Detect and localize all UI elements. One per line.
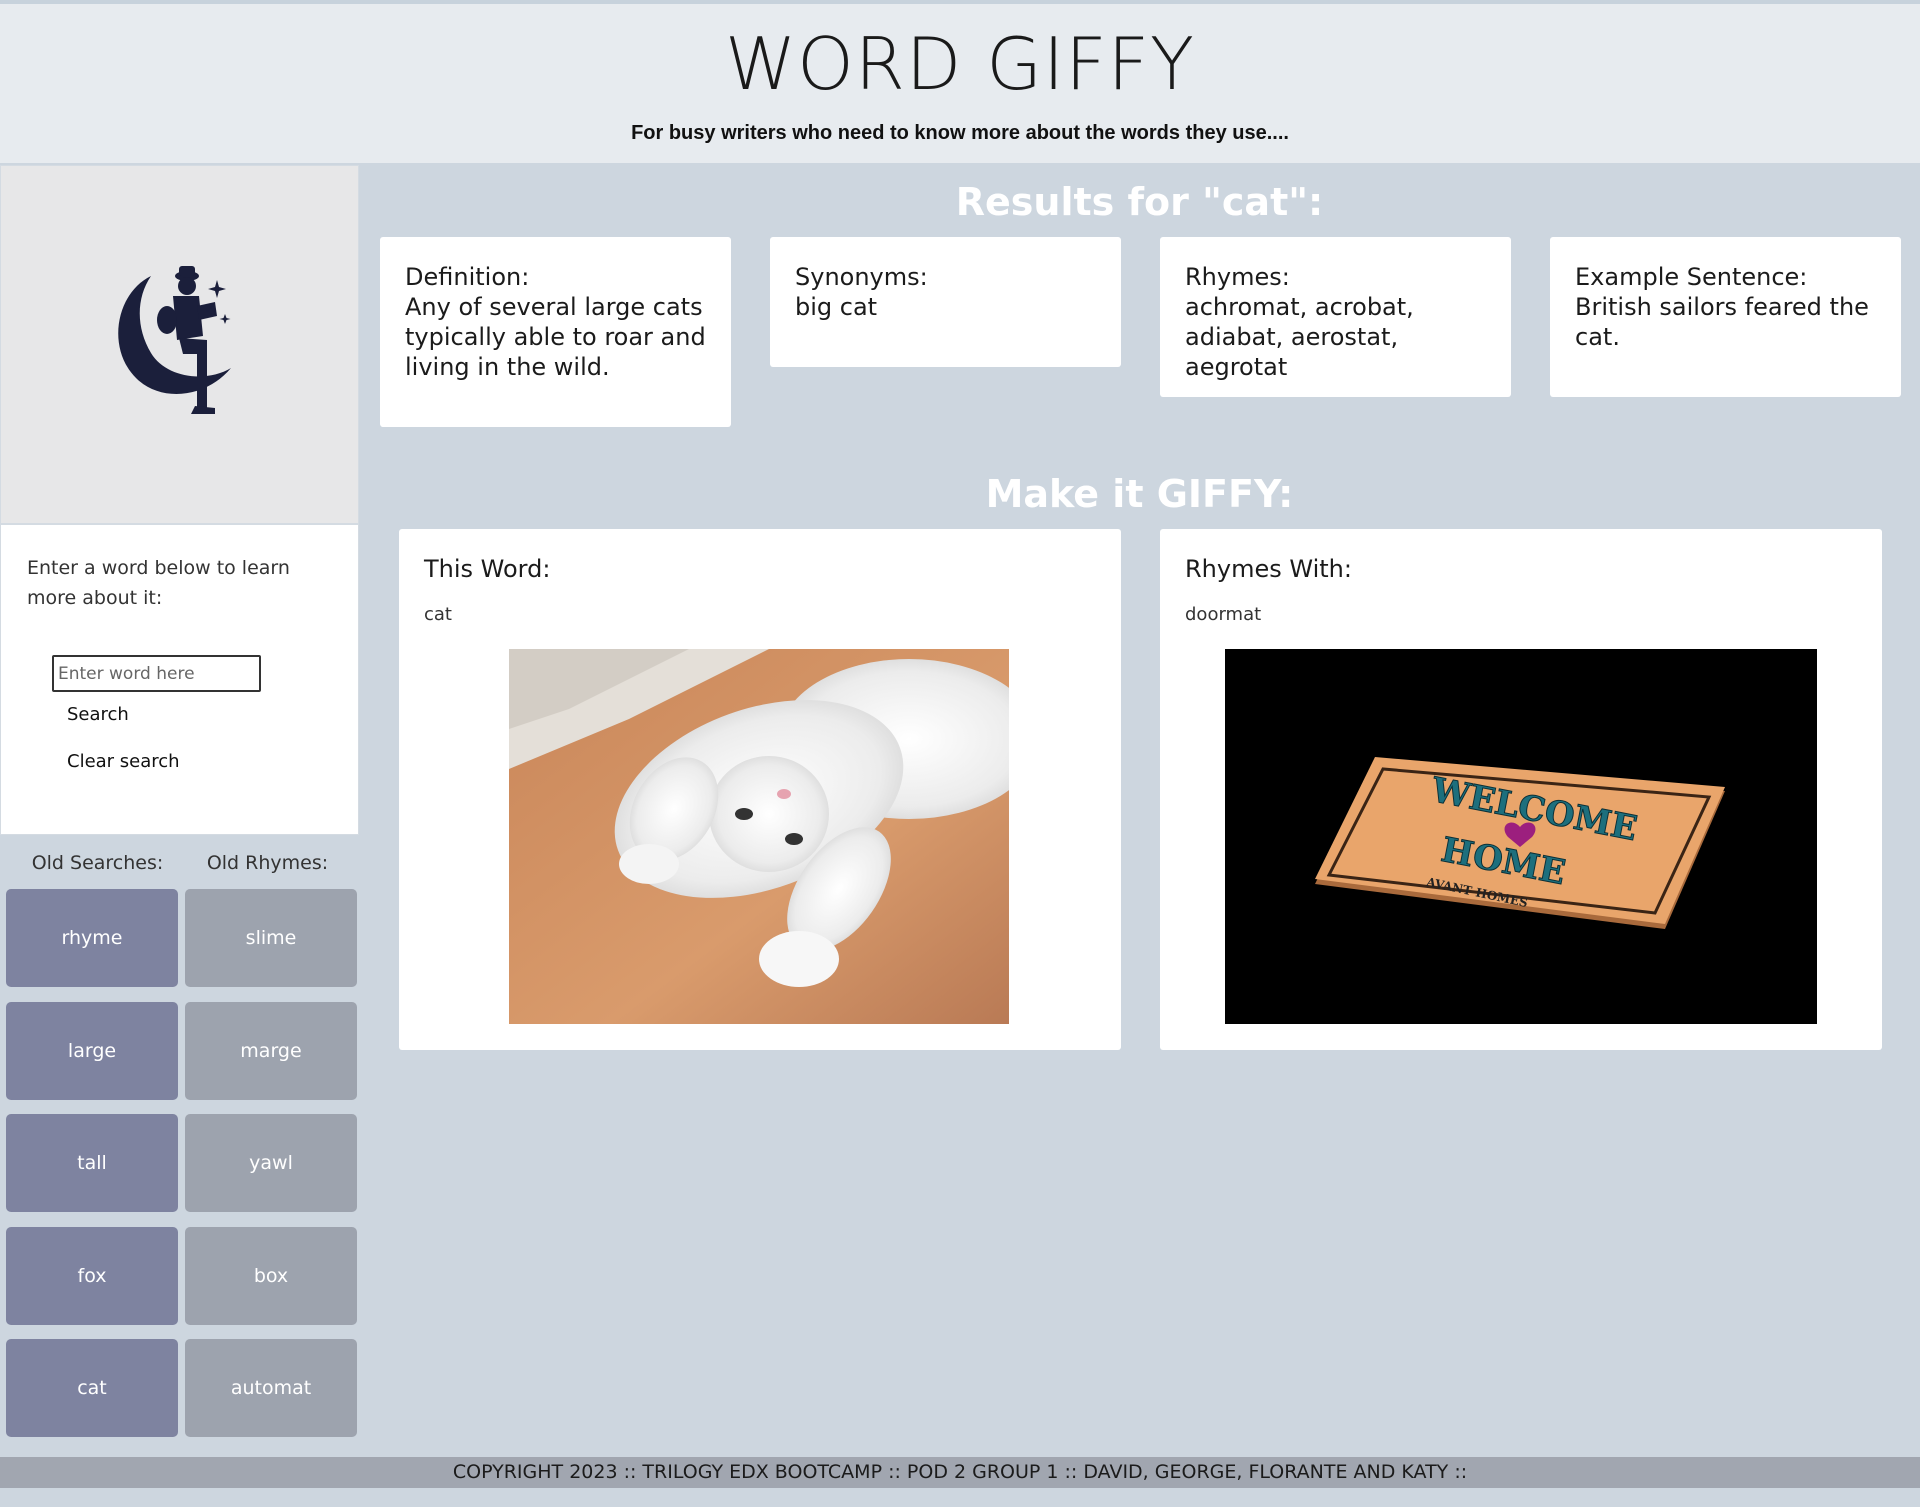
synonyms-label: Synonyms:	[795, 263, 928, 291]
example-text: British sailors feared the cat.	[1575, 293, 1869, 351]
rhymes-card: Rhymes: achromat, acrobat, adiabat, aero…	[1160, 237, 1511, 397]
rhymes-label: Rhymes:	[1185, 263, 1290, 291]
search-input[interactable]	[52, 655, 261, 692]
search-panel: Enter a word below to learn more about i…	[0, 524, 359, 835]
footer: COPYRIGHT 2023 :: TRILOGY EDX BOOTCAMP :…	[0, 1457, 1920, 1488]
moon-reader-icon	[118, 266, 231, 414]
rhymes-with-value: doormat	[1185, 604, 1262, 625]
old-search-button[interactable]: large	[6, 1002, 178, 1100]
old-search-button[interactable]: rhyme	[6, 889, 178, 987]
definition-label: Definition:	[405, 263, 530, 291]
old-search-button[interactable]: fox	[6, 1227, 178, 1325]
this-word-card: This Word: cat	[399, 529, 1121, 1050]
synonyms-card: Synonyms: big cat	[770, 237, 1121, 367]
doormat-gif: WELCOME HOME AVANT HOMES	[1225, 649, 1817, 1024]
old-rhyme-button[interactable]: automat	[185, 1339, 357, 1437]
logo-panel	[0, 165, 359, 524]
definition-text: Any of several large cats typically able…	[405, 293, 706, 381]
old-rhyme-button[interactable]: box	[185, 1227, 357, 1325]
results-title: Results for "cat":	[955, 180, 1324, 224]
definition-card: Definition: Any of several large cats ty…	[380, 237, 731, 427]
old-searches-heading: Old Searches:	[31, 852, 164, 874]
rhymes-with-card: Rhymes With: doormat WELCOME HOME AVANT …	[1160, 529, 1882, 1050]
page-title: WORD GIFFY	[724, 22, 1196, 106]
tagline: For busy writers who need to know more a…	[631, 122, 1289, 144]
synonyms-text: big cat	[795, 293, 878, 321]
clear-search-button[interactable]: Clear search	[67, 751, 180, 772]
old-rhyme-button[interactable]: yawl	[185, 1114, 357, 1212]
old-search-button[interactable]: cat	[6, 1339, 178, 1437]
example-label: Example Sentence:	[1575, 263, 1808, 291]
this-word-value: cat	[424, 604, 452, 625]
search-prompt: Enter a word below to learn more about i…	[27, 557, 290, 609]
old-search-button[interactable]: tall	[6, 1114, 178, 1212]
this-word-label: This Word:	[424, 555, 551, 583]
example-card: Example Sentence: British sailors feared…	[1550, 237, 1901, 397]
kitten-gif	[509, 649, 1009, 1024]
page-header: WORD GIFFY For busy writers who need to …	[0, 0, 1920, 163]
search-button[interactable]: Search	[67, 704, 129, 725]
old-rhyme-button[interactable]: slime	[185, 889, 357, 987]
rhymes-text: achromat, acrobat, adiabat, aerostat, ae…	[1185, 293, 1414, 381]
old-rhymes-heading: Old Rhymes:	[206, 852, 329, 874]
old-rhyme-button[interactable]: marge	[185, 1002, 357, 1100]
giffy-title: Make it GIFFY:	[985, 472, 1294, 516]
rhymes-with-label: Rhymes With:	[1185, 555, 1352, 583]
